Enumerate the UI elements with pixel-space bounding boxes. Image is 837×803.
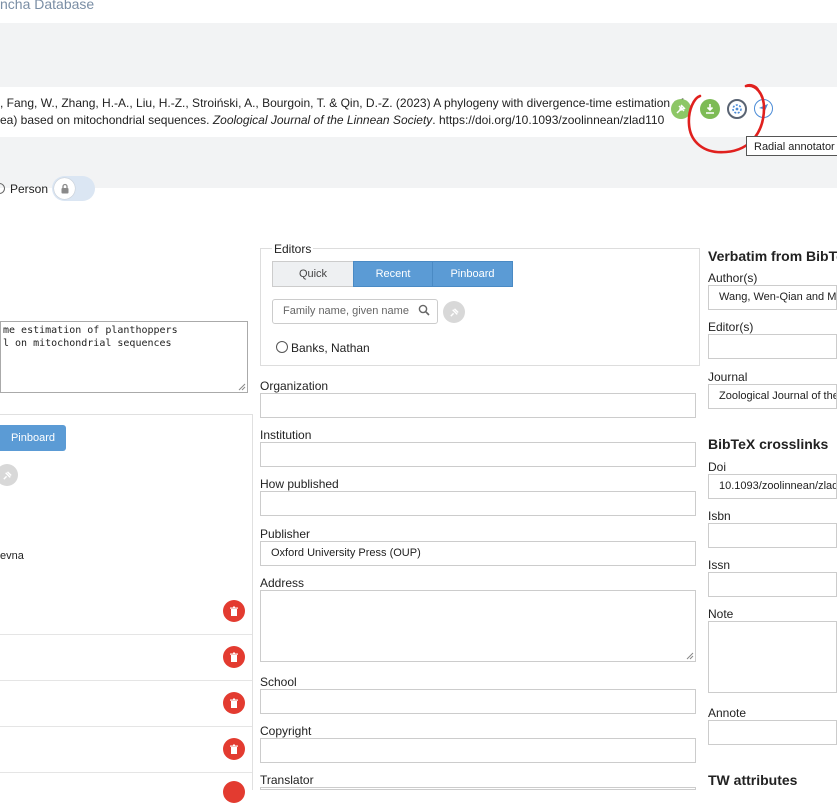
verbatim-editors-label: Editor(s)	[708, 320, 754, 334]
citation-journal: Zoological Journal of the Linnean Societ…	[212, 113, 433, 127]
editor-pin-button[interactable]	[443, 301, 465, 323]
verbatim-journal-label: Journal	[708, 370, 748, 384]
trash-icon	[230, 606, 238, 616]
resize-handle-icon[interactable]	[686, 652, 694, 660]
citation-line-2: ea) based on mitochondrial sequences. Zo…	[0, 113, 665, 127]
remove-author-button[interactable]	[223, 646, 245, 668]
organization-label: Organization	[260, 379, 329, 393]
annote-input[interactable]	[708, 720, 837, 745]
isbn-label: Isbn	[708, 509, 731, 523]
address-label: Address	[260, 576, 305, 590]
author-name-fragment: evna	[0, 550, 24, 562]
remove-author-button[interactable]	[223, 600, 245, 622]
row-divider	[0, 680, 252, 681]
authors-panel	[0, 414, 253, 790]
trash-icon	[230, 744, 238, 754]
title-textarea[interactable]: me estimation of planthoppers l on mitoc…	[0, 321, 248, 393]
remove-author-button[interactable]	[223, 738, 245, 760]
citation-text: , Fang, W., Zhang, H.-A., Liu, H.-Z., St…	[0, 95, 684, 129]
lock-icon	[61, 183, 68, 194]
institution-label: Institution	[260, 428, 312, 442]
remove-author-button[interactable]	[223, 692, 245, 714]
organization-input[interactable]	[260, 393, 696, 418]
publisher-input[interactable]: Oxford University Press (OUP)	[260, 541, 696, 566]
annote-label: Annote	[708, 706, 747, 720]
tooltip: Radial annotator	[746, 136, 837, 156]
tw-attributes-heading: TW attributes	[708, 772, 798, 788]
trash-icon	[230, 698, 238, 708]
editor-option-label: Banks, Nathan	[291, 341, 370, 355]
tab-recent[interactable]: Recent	[353, 261, 433, 287]
school-label: School	[260, 675, 297, 689]
doi-input[interactable]: 10.1093/zoolinnean/zlad	[708, 474, 837, 499]
remove-author-button[interactable]	[223, 781, 245, 803]
doi-label: Doi	[708, 460, 727, 474]
authors-pinboard-tab[interactable]: Pinboard	[0, 425, 66, 451]
verbatim-authors-label: Author(s)	[708, 271, 758, 285]
tab-pinboard[interactable]: Pinboard	[432, 261, 513, 287]
row-divider	[0, 772, 252, 773]
verbatim-editors-input[interactable]	[708, 334, 837, 359]
crosslinks-heading: BibTeX crosslinks	[708, 436, 829, 452]
row-divider	[0, 634, 252, 635]
editor-search-placeholder: Family name, given name	[283, 305, 409, 317]
isbn-input[interactable]	[708, 523, 837, 548]
verbatim-journal-input[interactable]: Zoological Journal of the	[708, 384, 837, 409]
issn-label: Issn	[708, 558, 731, 572]
publisher-label: Publisher	[260, 527, 311, 541]
how-published-label: How published	[260, 477, 339, 491]
school-input[interactable]	[260, 689, 696, 714]
app-title[interactable]: ncha Database	[0, 0, 94, 12]
trash-icon	[230, 652, 238, 662]
verbatim-heading: Verbatim from BibTeX	[708, 248, 837, 264]
pin-icon	[449, 307, 459, 317]
note-label: Note	[708, 607, 734, 621]
editor-option-radio[interactable]	[276, 341, 288, 353]
tab-quick[interactable]: Quick	[272, 261, 354, 287]
citation-line-1: , Fang, W., Zhang, H.-A., Liu, H.-Z., St…	[0, 96, 684, 110]
verbatim-authors-input[interactable]: Wang, Wen-Qian and Me	[708, 285, 837, 310]
issn-input[interactable]	[708, 572, 837, 597]
row-divider	[0, 726, 252, 727]
institution-input[interactable]	[260, 442, 696, 467]
person-label: Person	[10, 182, 49, 196]
pin-icon	[2, 470, 12, 480]
resize-handle-icon[interactable]	[238, 383, 246, 391]
top-bar	[0, 0, 837, 24]
search-icon	[418, 304, 430, 316]
address-textarea[interactable]	[260, 590, 696, 662]
how-published-input[interactable]	[260, 491, 696, 516]
copyright-input[interactable]	[260, 738, 696, 763]
lock-toggle-knob[interactable]	[54, 178, 75, 199]
copyright-label: Copyright	[260, 724, 312, 738]
note-textarea[interactable]	[708, 621, 837, 693]
translator-label: Translator	[260, 773, 314, 787]
editors-legend: Editors	[272, 242, 314, 256]
